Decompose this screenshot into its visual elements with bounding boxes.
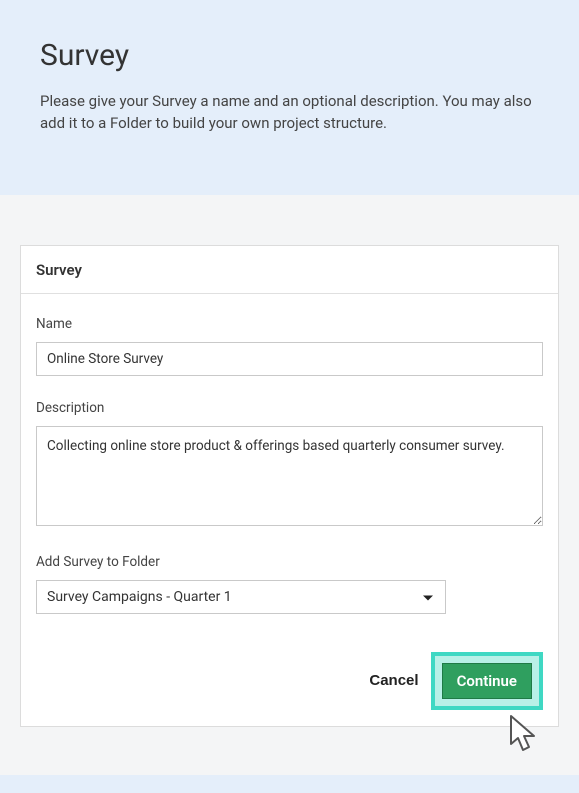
name-field-group: Name (36, 316, 543, 376)
folder-label: Add Survey to Folder (36, 554, 543, 570)
survey-card: Survey Name Description Add Survey to Fo… (20, 245, 559, 727)
continue-highlight-box: Continue (431, 652, 543, 710)
description-field-group: Description (36, 400, 543, 530)
cancel-button[interactable]: Cancel (365, 664, 422, 697)
card-header: Survey (21, 246, 558, 294)
card-body: Name Description Add Survey to Folder Su… (21, 294, 558, 726)
folder-select[interactable]: Survey Campaigns - Quarter 1 (36, 580, 446, 614)
name-input[interactable] (36, 342, 543, 376)
name-label: Name (36, 316, 543, 332)
content-area: Survey Name Description Add Survey to Fo… (0, 195, 579, 775)
description-label: Description (36, 400, 543, 416)
folder-select-wrap: Survey Campaigns - Quarter 1 (36, 580, 446, 614)
page-title: Survey (40, 38, 539, 73)
header-section: Survey Please give your Survey a name an… (0, 0, 579, 195)
card-title: Survey (36, 261, 543, 279)
page-subtitle: Please give your Survey a name and an op… (40, 91, 539, 135)
actions-row: Cancel Continue (36, 652, 543, 710)
continue-button[interactable]: Continue (442, 663, 532, 699)
folder-field-group: Add Survey to Folder Survey Campaigns - … (36, 554, 543, 614)
description-input[interactable] (36, 426, 543, 526)
